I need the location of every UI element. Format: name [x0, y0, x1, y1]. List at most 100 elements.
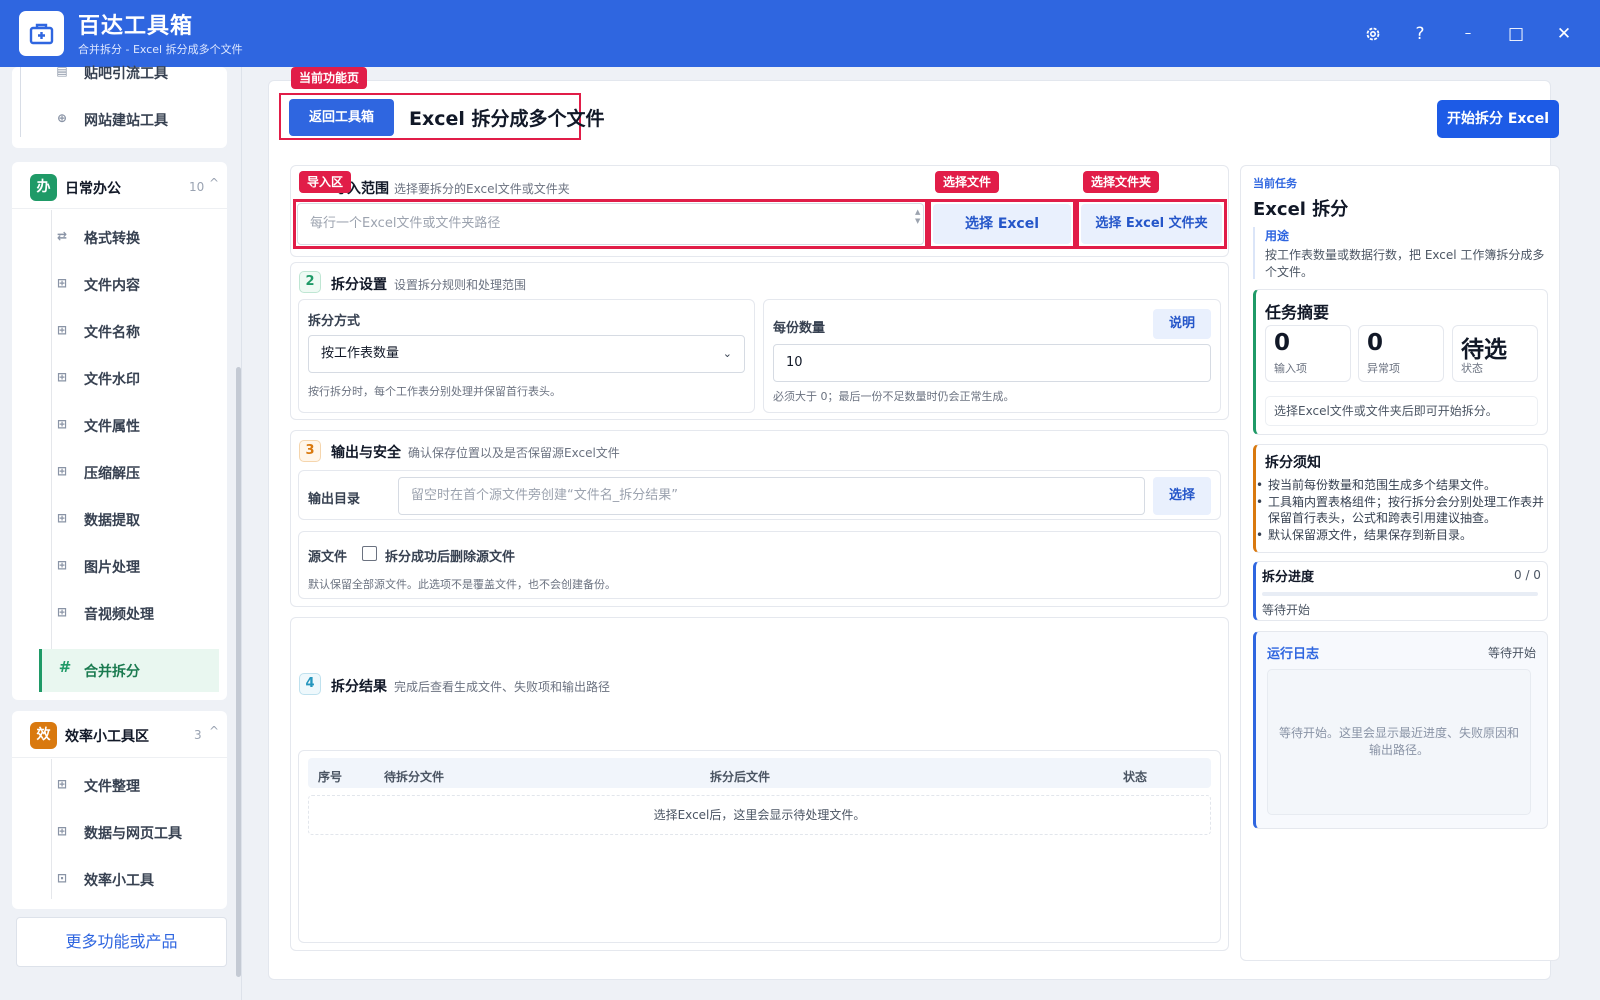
- title-bar: 百达工具箱 合并拆分 - Excel 拆分成多个文件 ? – □ ✕: [0, 0, 1600, 67]
- step-badge: 4: [299, 673, 321, 695]
- count-input[interactable]: 10: [773, 344, 1211, 382]
- settings-button[interactable]: [1359, 20, 1387, 48]
- sidebar-item-format[interactable]: ⇄ 格式转换: [39, 218, 219, 258]
- sidebar-item-content[interactable]: ⊞ 文件内容: [39, 265, 219, 305]
- grid-icon: ⊞: [56, 558, 68, 572]
- section-desc: 选择要拆分的Excel文件或文件夹: [394, 182, 570, 196]
- grid-icon: ⊞: [56, 464, 68, 478]
- globe-icon: ⊕: [56, 111, 68, 125]
- path-input[interactable]: 每行一个Excel文件或文件夹路径: [297, 203, 924, 245]
- group-badge: 办: [30, 174, 57, 201]
- delete-source-checkbox[interactable]: [362, 546, 377, 561]
- split-mode-value: 按工作表数量: [321, 346, 400, 361]
- sidebar-item-website[interactable]: ⊕ 网站建站工具: [39, 100, 219, 140]
- sidebar-item-label: 网站建站工具: [84, 113, 168, 129]
- source-file-hint: 默认保留全部源文件。此选项不是覆盖文件，也不会创建备份。: [308, 578, 616, 591]
- select-file-tag: 选择文件: [935, 171, 1000, 193]
- stat-inputs: 0 输入项: [1265, 325, 1351, 382]
- select-excel-folder-button[interactable]: 选择 Excel 文件夹: [1081, 204, 1222, 244]
- sidebar-item-data-web[interactable]: ⊞ 数据与网页工具: [39, 813, 219, 853]
- sidebar-item-extract[interactable]: ⊞ 数据提取: [39, 500, 219, 540]
- start-split-button[interactable]: 开始拆分 Excel: [1437, 100, 1559, 138]
- chevron-up-icon[interactable]: ^: [209, 176, 219, 190]
- app-title: 百达工具箱: [78, 14, 194, 39]
- sidebar-item-merge-split[interactable]: # 合并拆分: [39, 649, 219, 692]
- section-title: 拆分设置: [331, 277, 387, 293]
- hash-icon: #: [58, 658, 72, 676]
- sidebar-item-label: 文件名称: [84, 325, 140, 341]
- sidebar-item-efficiency-tools[interactable]: ⊡ 效率小工具: [39, 860, 219, 900]
- output-dir-input[interactable]: 留空时在首个源文件旁创建“文件名_拆分结果”: [398, 477, 1145, 515]
- log-output[interactable]: 等待开始。这里会显示最近进度、失败原因和输出路径。: [1267, 669, 1531, 815]
- group-title[interactable]: 日常办公: [65, 178, 121, 198]
- group-count: 10: [189, 180, 205, 194]
- count-label: 每份数量: [773, 321, 826, 336]
- sidebar-item-image[interactable]: ⊞ 图片处理: [39, 547, 219, 587]
- toolbox-icon: ⊡: [56, 871, 68, 885]
- chevron-up-icon[interactable]: ^: [209, 724, 219, 738]
- select-excel-button[interactable]: 选择 Excel: [933, 204, 1071, 244]
- sidebar-item-label: 文件属性: [84, 419, 140, 435]
- output-dir-button[interactable]: 选择: [1153, 477, 1211, 515]
- sidebar-item-properties[interactable]: ⊞ 文件属性: [39, 406, 219, 446]
- sidebar-item-compress[interactable]: ⊞ 压缩解压: [39, 453, 219, 493]
- split-mode-hint: 按行拆分时，每个工作表分别处理并保留首行表头。: [308, 385, 561, 398]
- sidebar-item-filename[interactable]: ⊞ 文件名称: [39, 312, 219, 352]
- sidebar-item-media[interactable]: ⊞ 音视频处理: [39, 594, 219, 634]
- help-button[interactable]: ?: [1406, 20, 1434, 48]
- stat-label: 状态: [1461, 362, 1483, 375]
- log-status: 等待开始: [1488, 646, 1537, 660]
- stat-label: 输入项: [1274, 362, 1307, 375]
- section-desc: 设置拆分规则和处理范围: [394, 278, 527, 292]
- split-mode-label: 拆分方式: [308, 314, 361, 329]
- gear-icon: [1366, 27, 1380, 41]
- source-file-label: 源文件: [308, 550, 348, 565]
- swap-icon: ⇄: [56, 229, 68, 243]
- group-badge: 效: [30, 722, 57, 749]
- sidebar-item-tieba[interactable]: ▤ 贴吧引流工具: [39, 53, 219, 93]
- sidebar-item-label: 贴吧引流工具: [84, 66, 168, 82]
- group-title[interactable]: 效率小工具区: [65, 726, 149, 746]
- progress-status: 等待开始: [1262, 603, 1311, 617]
- more-products-button[interactable]: 更多功能或产品: [16, 917, 227, 967]
- sidebar-item-label: 文件整理: [84, 779, 140, 795]
- grid-icon: ⊞: [56, 370, 68, 384]
- split-mode-select[interactable]: 按工作表数量 ⌄: [308, 335, 745, 373]
- summary-title: 任务摘要: [1265, 303, 1330, 322]
- sidebar-item-label: 数据与网页工具: [84, 826, 182, 842]
- note-item: 默认保留源文件，结果保存到新目录。: [1256, 527, 1548, 543]
- select-folder-tag: 选择文件夹: [1083, 171, 1160, 193]
- minimize-button[interactable]: –: [1454, 20, 1482, 48]
- sidebar-item-organize[interactable]: ⊞ 文件整理: [39, 766, 219, 806]
- column-header: 状态: [1123, 770, 1148, 784]
- grid-icon: ⊞: [56, 323, 68, 337]
- stat-status: 待选 状态: [1452, 325, 1538, 382]
- back-to-toolbox-button[interactable]: 返回工具箱: [289, 99, 394, 136]
- stat-value: 0: [1274, 330, 1291, 356]
- summary-hint: 选择Excel文件或文件夹后即可开始拆分。: [1265, 396, 1538, 426]
- grid-icon: ⊞: [56, 276, 68, 290]
- maximize-button[interactable]: □: [1502, 20, 1530, 48]
- sidebar-item-label: 合并拆分: [84, 664, 140, 680]
- section-title: 拆分结果: [331, 679, 387, 695]
- close-button[interactable]: ✕: [1550, 20, 1578, 48]
- group-count: 3: [194, 728, 202, 742]
- app-logo: [19, 11, 64, 56]
- delete-source-label[interactable]: 拆分成功后删除源文件: [385, 546, 515, 565]
- sidebar-item-label: 压缩解压: [84, 466, 140, 482]
- sidebar-item-label: 效率小工具: [84, 873, 154, 889]
- purpose-text: 按工作表数量或数据行数，把 Excel 工作簿拆分成多个文件。: [1265, 248, 1545, 279]
- sidebar-scrollbar[interactable]: [236, 367, 241, 977]
- sidebar-item-watermark[interactable]: ⊞ 文件水印: [39, 359, 219, 399]
- textarea-scroll-arrows[interactable]: ▲ ▼: [915, 208, 920, 226]
- count-help-button[interactable]: 说明: [1153, 309, 1211, 339]
- table-empty-state: 选择Excel后，这里会显示待处理文件。: [308, 795, 1211, 835]
- progress-bar: [1262, 592, 1538, 596]
- current-page-tag: 当前功能页: [291, 67, 368, 89]
- log-placeholder: 等待开始。这里会显示最近进度、失败原因和输出路径。: [1278, 726, 1519, 757]
- current-task-label: 当前任务: [1253, 177, 1297, 190]
- stat-errors: 0 异常项: [1358, 325, 1444, 382]
- stat-value: 0: [1367, 330, 1384, 356]
- chevron-down-icon: ⌄: [722, 347, 732, 360]
- note-item: 工具箱内置表格组件；按行拆分会分别处理工作表并保留首行表头，公式和跨表引用建议抽…: [1256, 494, 1548, 526]
